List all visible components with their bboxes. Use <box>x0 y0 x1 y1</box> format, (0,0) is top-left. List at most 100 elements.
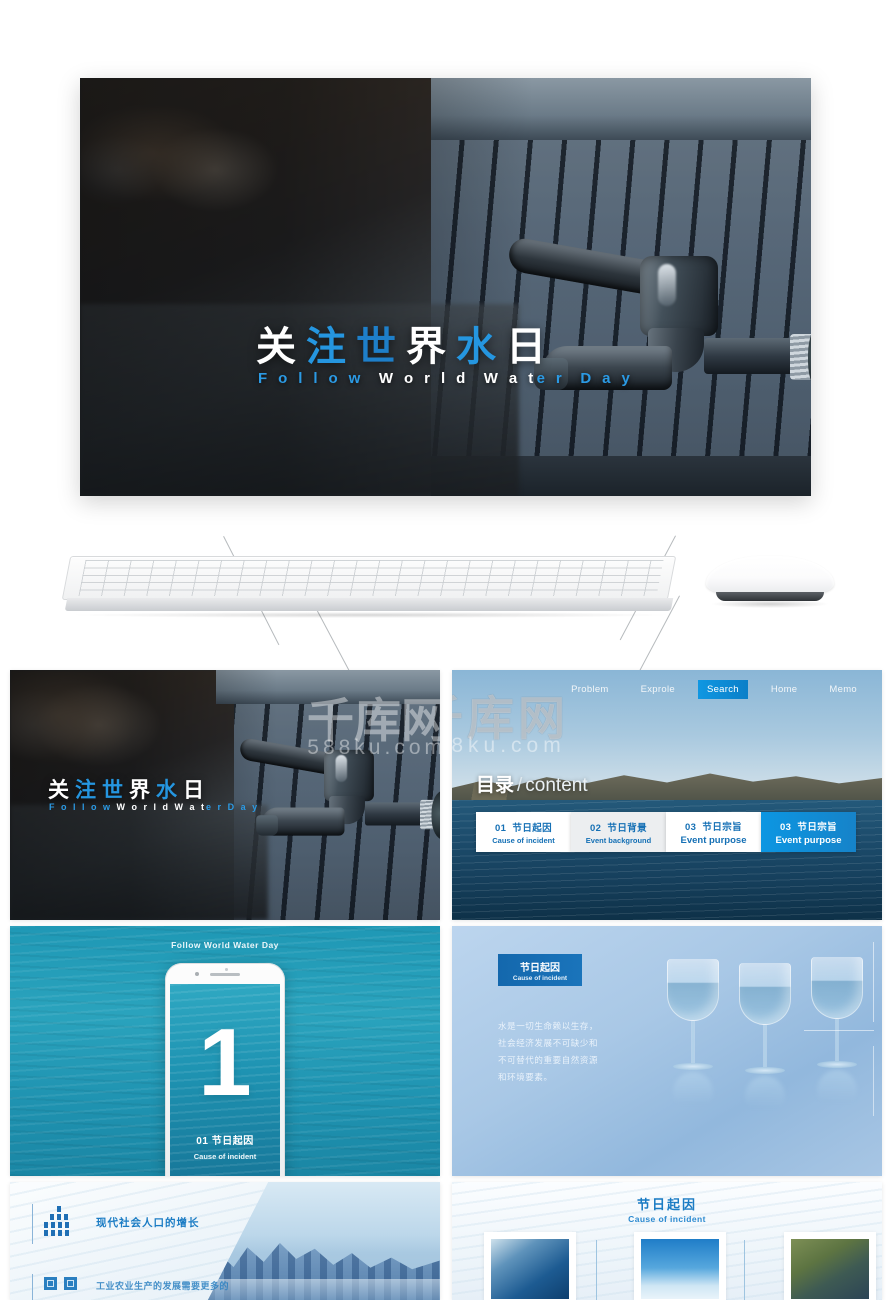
slide-thumb-glasses[interactable]: 节日起因 Cause of incident 水是一切生命赖以生存， 社会经济发… <box>452 926 882 1176</box>
c1: 关 <box>48 779 75 802</box>
slide-thumb-phone[interactable]: Follow World Water Day 1 01 节日起因 Cause o… <box>10 926 440 1176</box>
slide-thumb-content[interactable]: Problem Exprole Search Home Memo 千库网 588… <box>452 670 882 920</box>
faucet-body <box>324 749 374 802</box>
factory-icon <box>44 1277 57 1290</box>
hero-sub-world: W o r l d <box>371 370 469 387</box>
content-tab-3[interactable]: 03 节日宗旨 Event purpose <box>666 812 761 852</box>
glass-foot <box>745 1067 785 1074</box>
phone-speaker-icon <box>210 973 240 976</box>
s-er: e r <box>206 802 224 812</box>
s-world: W o r l d <box>116 802 171 812</box>
hero-subtitle: F o l l o w W o r l d W a te r D a y <box>258 370 633 387</box>
slide1-title: 关注世界水日 <box>48 774 210 804</box>
content-tab-3-title: 03 节日宗旨 <box>684 821 743 833</box>
content-tab-1[interactable]: 01 节日起因 Cause of incident <box>476 812 571 852</box>
content-tab-2[interactable]: 02 节日背景 Event background <box>571 812 666 852</box>
phone-mockup: 1 01 节日起因 Cause of incident <box>165 963 285 1176</box>
slide-thumb-population[interactable]: 现代社会人口的增长 工业农业生产的发展需要更多的 <box>10 1182 440 1300</box>
content-tab-4[interactable]: 03 节日宗旨 Event purpose <box>761 812 856 852</box>
decorative-line-bottom <box>873 1046 874 1116</box>
wine-glasses-photo <box>661 938 876 1128</box>
keyboard-side <box>64 598 674 611</box>
glass-bowl <box>739 963 791 1025</box>
wine-glass-3 <box>811 957 863 1110</box>
population-label-2: 工业农业生产的发展需要更多的 <box>96 1281 230 1291</box>
city-road <box>208 1278 440 1300</box>
section-badge: 节日起因 Cause of incident <box>498 954 582 986</box>
slide-thumb-title[interactable]: 关注世界水日 F o l l o w W o r l d W a te r D … <box>10 670 440 920</box>
paragraph-line-4: 和环境要素。 <box>498 1072 553 1082</box>
paragraph-line-3: 不可替代的重要自然资源 <box>498 1055 599 1065</box>
cause-card-2[interactable] <box>634 1232 726 1300</box>
hero-sub-er: e r <box>536 370 566 387</box>
body-paragraph: 水是一切生命赖以生存， 社会经济发展不可缺少和 不可替代的重要自然资源 和环境要… <box>498 1018 648 1086</box>
paragraph-line-2: 社会经济发展不可缺少和 <box>498 1038 599 1048</box>
mouse-body <box>706 556 834 596</box>
keyboard-keys <box>78 560 664 596</box>
glass-reflection <box>673 1072 713 1112</box>
hero-title-char-6: 日 <box>506 325 556 369</box>
keyboard-mockup <box>61 552 677 618</box>
section-badge-en: Cause of incident <box>512 974 568 982</box>
nav-item-problem[interactable]: Problem <box>562 680 617 699</box>
section-label-cn: 01 节日起因 <box>196 1136 254 1147</box>
polluted-pond-photo <box>791 1239 869 1299</box>
hero-title-char-5: 水 <box>456 325 506 369</box>
keyboard-shadow <box>75 612 667 618</box>
paragraph-line-1: 水是一切生命赖以生存， <box>498 1021 599 1031</box>
faucet-tip <box>256 815 278 836</box>
s-follow: F o l l o w <box>49 802 112 812</box>
content-heading-slash: / <box>517 775 523 796</box>
c4: 界 <box>129 779 156 802</box>
section-label-en: Cause of incident <box>193 1152 257 1161</box>
wine-glass-2 <box>739 963 791 1116</box>
hero-sub-day: D a y <box>572 370 634 387</box>
hero-title-char-2: 注 <box>306 325 356 369</box>
cause-title-en: Cause of incident <box>628 1214 706 1224</box>
glass-reflection <box>745 1076 785 1116</box>
hero-title-char-3: 世 <box>356 325 406 369</box>
glass-stem <box>835 1019 839 1061</box>
nav-item-home[interactable]: Home <box>762 680 807 699</box>
mouse-shadow <box>712 600 828 608</box>
glass-bowl <box>667 959 719 1021</box>
content-tab-1-en: Cause of incident <box>492 835 555 845</box>
city-photo <box>208 1182 440 1300</box>
hero-title-char-1: 关 <box>256 325 306 369</box>
content-tab-4-title: 03 节日宗旨 <box>779 821 838 833</box>
phone-slide-caption: Follow World Water Day <box>171 940 279 950</box>
content-heading-cn: 目录 <box>476 775 515 796</box>
water-wave-photo <box>491 1239 569 1299</box>
section-badge-cn: 节日起因 <box>520 962 560 974</box>
c2: 注 <box>75 779 102 802</box>
content-heading-en: content <box>525 775 588 796</box>
cause-card-3[interactable] <box>784 1232 876 1300</box>
hero-sub-water: W a t <box>476 370 537 387</box>
glass-stem <box>691 1021 695 1063</box>
content-heading: 目录 / content <box>476 770 588 797</box>
accent-bar-1 <box>32 1204 33 1244</box>
decorative-arrow-line <box>804 1030 874 1031</box>
population-label: 现代社会人口的增长 <box>96 1217 200 1229</box>
content-tab-2-en: Event background <box>585 835 652 845</box>
slide-thumb-cause[interactable]: 节日起因 Cause of incident <box>452 1182 882 1300</box>
slide-nav-bar: Problem Exprole Search Home Memo <box>562 680 866 699</box>
nav-item-exprole[interactable]: Exprole <box>632 680 684 699</box>
nav-item-memo[interactable]: Memo <box>820 680 866 699</box>
cause-card-row <box>484 1232 876 1300</box>
nav-item-search[interactable]: Search <box>697 680 748 699</box>
c5: 水 <box>156 779 183 802</box>
content-tab-2-title: 02 节日背景 <box>589 822 648 834</box>
hero-dark-overlay <box>80 78 534 496</box>
cause-card-1[interactable] <box>484 1232 576 1300</box>
glass-stem <box>763 1025 767 1067</box>
card-divider-1 <box>596 1240 597 1300</box>
agriculture-icon <box>64 1277 77 1290</box>
glass-foot <box>673 1063 713 1070</box>
wine-glass-1 <box>667 959 719 1112</box>
hero-cover-image: 关注世界水日 F o l l o w W o r l d W a te r D … <box>80 78 811 496</box>
ppt-template-preview-page: 关注世界水日 F o l l o w W o r l d W a te r D … <box>0 0 892 1300</box>
section-number: 1 <box>198 1009 252 1116</box>
faucet-highlight <box>658 264 676 306</box>
c6: 日 <box>183 779 210 802</box>
